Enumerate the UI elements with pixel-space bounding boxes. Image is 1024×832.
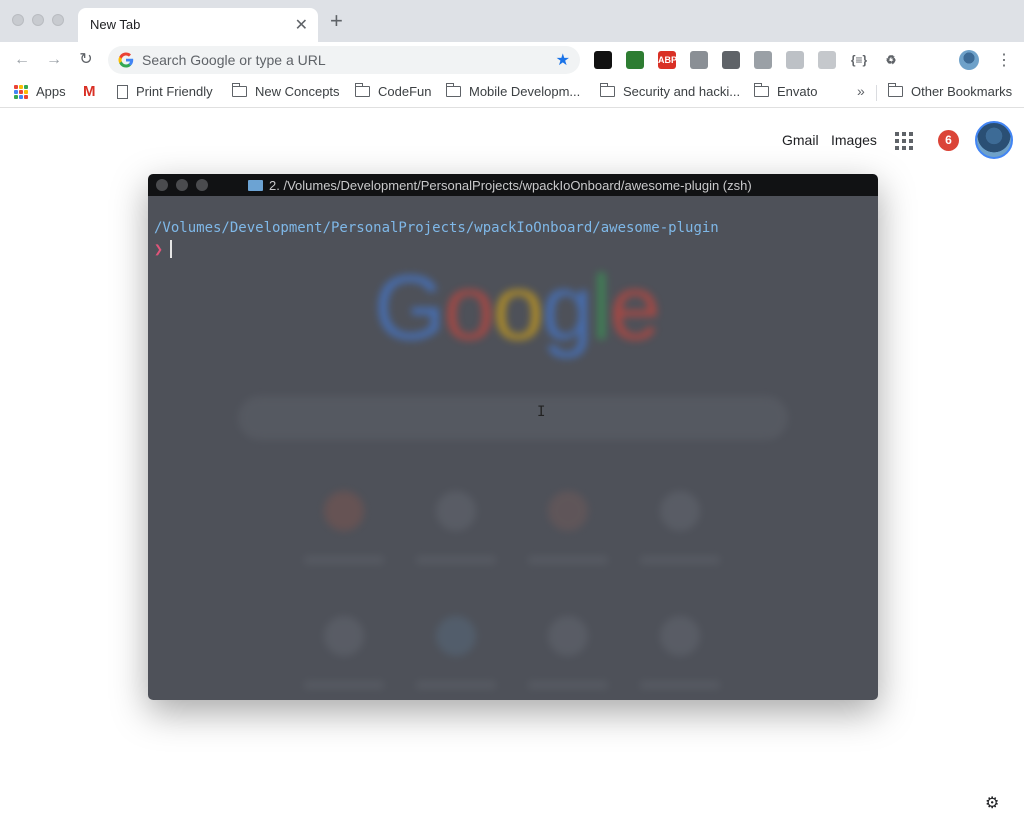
terminal-body[interactable]: Google /Volumes/Development/PersonalProj…	[148, 196, 878, 700]
bookmark-folder-codefun[interactable]: CodeFun	[354, 83, 432, 99]
bookmark-label: Mobile Developm...	[469, 84, 581, 99]
drive-icon[interactable]	[754, 51, 772, 69]
shortcut-label-shape	[416, 681, 496, 689]
google-logo: Google	[374, 257, 661, 359]
terminal-cwd: /Volumes/Development/PersonalProjects/wp…	[154, 220, 719, 236]
shortcut-tile	[660, 491, 700, 531]
bookmark-print-friendly[interactable]: Print Friendly	[117, 84, 213, 99]
tweetdeck-icon[interactable]	[594, 51, 612, 69]
folder-icon	[445, 83, 461, 97]
shortcut-label-shape	[640, 681, 720, 689]
shortcut-label-shape	[640, 556, 720, 564]
bookmark-folder-envato[interactable]: Envato	[753, 83, 818, 99]
terminal-minimize-button[interactable]	[176, 179, 188, 191]
bookmark-label: Print Friendly	[136, 84, 213, 99]
bookmark-label: Security and hacki...	[623, 84, 741, 99]
shortcut-tile	[548, 491, 588, 531]
profile-avatar-icon[interactable]	[959, 50, 979, 70]
shortcut-label-shape	[304, 681, 384, 689]
terminal-title: 2. /Volumes/Development/PersonalProjects…	[248, 178, 778, 193]
window-maximize-button[interactable]	[52, 14, 64, 26]
shortcut-tile	[660, 616, 700, 656]
bookmark-label: Other Bookmarks	[911, 84, 1013, 99]
tab-new-tab[interactable]: New Tab ✕	[78, 8, 318, 42]
target-icon[interactable]	[818, 51, 836, 69]
bookmarks-bar: Apps M Print Friendly New Concepts CodeF…	[0, 78, 1024, 108]
address-bar[interactable]: Search Google or type a URL ★	[108, 46, 580, 74]
shortcut-tile	[548, 616, 588, 656]
vimium-icon[interactable]	[690, 51, 708, 69]
evernote-icon[interactable]	[626, 51, 644, 69]
folder-icon	[231, 83, 247, 97]
toolbar: ← → ↻ Search Google or type a URL ★ ABP {…	[0, 42, 1024, 78]
adblock-plus-icon[interactable]: ABP	[658, 51, 677, 69]
search-input[interactable]: Search Google or type a URL	[142, 52, 326, 68]
shortcut-label-shape	[528, 681, 608, 689]
gmail-link[interactable]: Gmail	[782, 132, 819, 148]
reload-icon[interactable]: ↻	[76, 50, 96, 70]
bookmark-star-icon[interactable]: ★	[556, 50, 570, 70]
shortcut-tile	[436, 491, 476, 531]
shortcut-label-shape	[416, 556, 496, 564]
bookmark-label: Apps	[36, 84, 66, 99]
back-arrow-icon[interactable]: ←	[12, 50, 32, 70]
browser-window: New Tab ✕ + ← → ↻ Search Google or type …	[0, 0, 1024, 832]
new-tab-button[interactable]: +	[330, 10, 343, 32]
shortcut-label-shape	[304, 556, 384, 564]
bookmark-folder-mobile-development[interactable]: Mobile Developm...	[445, 83, 581, 99]
apps-grid-icon	[14, 84, 28, 99]
terminal-window[interactable]: 2. /Volumes/Development/PersonalProjects…	[148, 174, 878, 700]
prompt-chevron-icon: ❯	[154, 240, 164, 258]
gmail-icon[interactable]: M	[83, 83, 96, 100]
bookmarks-divider	[876, 85, 877, 101]
terminal-maximize-button[interactable]	[196, 179, 208, 191]
gear-icon[interactable]: ⚙	[985, 793, 999, 813]
folder-icon	[248, 180, 263, 191]
forward-arrow-icon[interactable]: →	[44, 50, 64, 70]
text-cursor	[170, 240, 172, 258]
bookmark-label: CodeFun	[378, 84, 432, 99]
recycle-icon[interactable]: ♻	[882, 51, 900, 69]
window-minimize-button[interactable]	[32, 14, 44, 26]
close-icon[interactable]: ✕	[295, 15, 308, 35]
screenshot-icon[interactable]	[722, 51, 740, 69]
terminal-titlebar[interactable]: 2. /Volumes/Development/PersonalProjects…	[148, 174, 878, 196]
bookmark-label: Envato	[777, 84, 818, 99]
shortcut-tile	[324, 491, 364, 531]
folder-icon	[753, 83, 769, 97]
fox-icon[interactable]	[914, 51, 932, 69]
window-close-button[interactable]	[12, 14, 24, 26]
shortcut-label-shape	[528, 556, 608, 564]
folder-icon	[599, 83, 615, 97]
bookmark-folder-other[interactable]: Other Bookmarks	[887, 83, 1013, 99]
bookmark-label: New Concepts	[255, 84, 340, 99]
images-link[interactable]: Images	[831, 132, 877, 148]
folder-icon	[887, 83, 903, 97]
folder-icon	[354, 83, 370, 97]
page-icon	[117, 84, 128, 99]
background-page-blur: Google	[148, 196, 878, 700]
ibeam-cursor-icon: I	[537, 404, 546, 420]
notification-badge[interactable]: 6	[938, 130, 959, 151]
bookmark-apps[interactable]: Apps	[14, 84, 66, 99]
terminal-close-button[interactable]	[156, 179, 168, 191]
bookmarks-overflow-button[interactable]: »	[857, 83, 865, 99]
extension-box-icon[interactable]	[786, 51, 804, 69]
tab-strip: New Tab ✕ +	[0, 0, 1024, 42]
terminal-title-text: 2. /Volumes/Development/PersonalProjects…	[269, 178, 752, 193]
bookmark-folder-new-concepts[interactable]: New Concepts	[231, 83, 340, 99]
search-box-shape	[238, 396, 788, 440]
tab-title: New Tab	[90, 17, 141, 32]
shortcut-tile	[436, 616, 476, 656]
more-menu-icon[interactable]: ⋮	[996, 50, 1012, 70]
avatar[interactable]	[975, 121, 1013, 159]
google-apps-icon[interactable]	[895, 132, 913, 150]
google-g-icon	[118, 52, 134, 68]
json-viewer-icon[interactable]: {≡}	[850, 51, 868, 69]
shortcut-tile	[324, 616, 364, 656]
bookmark-folder-security[interactable]: Security and hacki...	[599, 83, 741, 99]
